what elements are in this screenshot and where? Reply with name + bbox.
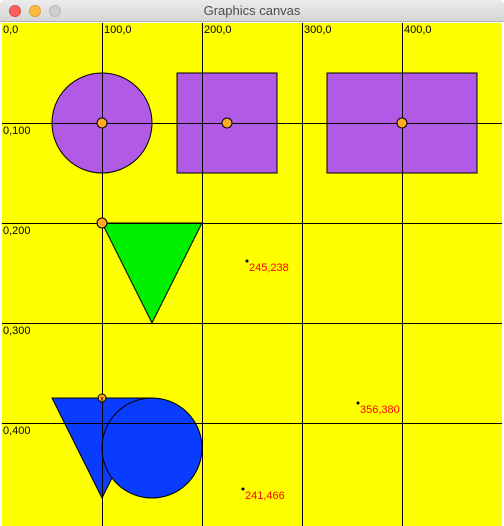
graphics-window: Graphics canvas x 0,0 100,0 200,0 300,0 … [0,0,504,526]
graphics-canvas[interactable]: x 0,0 100,0 200,0 300,0 400,0 0,100 0,20… [2,23,502,526]
grid-label-y200: 0,200 [3,225,31,237]
grid-label-y100: 0,100 [3,125,31,137]
blue-anchor-marker: x [100,396,104,403]
rectangle-anchor-dot [396,117,408,129]
annotation-label-1: 245,238 [249,262,289,274]
blue-circle [101,397,203,499]
triangle-anchor-dot [96,217,108,229]
title-bar[interactable]: Graphics canvas [0,0,504,22]
square-anchor-dot [221,117,233,129]
grid-label-y400: 0,400 [3,425,31,437]
circle-anchor-dot [96,117,108,129]
grid-label-x400: 400,0 [404,24,432,36]
window-title: Graphics canvas [203,3,301,18]
grid-label-x100: 100,0 [104,24,132,36]
grid-label-y300: 0,300 [3,325,31,337]
grid-label-x200: 200,0 [204,24,232,36]
grid-label-x0: 0,0 [3,24,18,36]
annotation-label-3: 241,466 [245,490,285,502]
grid-label-x300: 300,0 [304,24,332,36]
annotation-label-2: 356,380 [360,404,400,416]
